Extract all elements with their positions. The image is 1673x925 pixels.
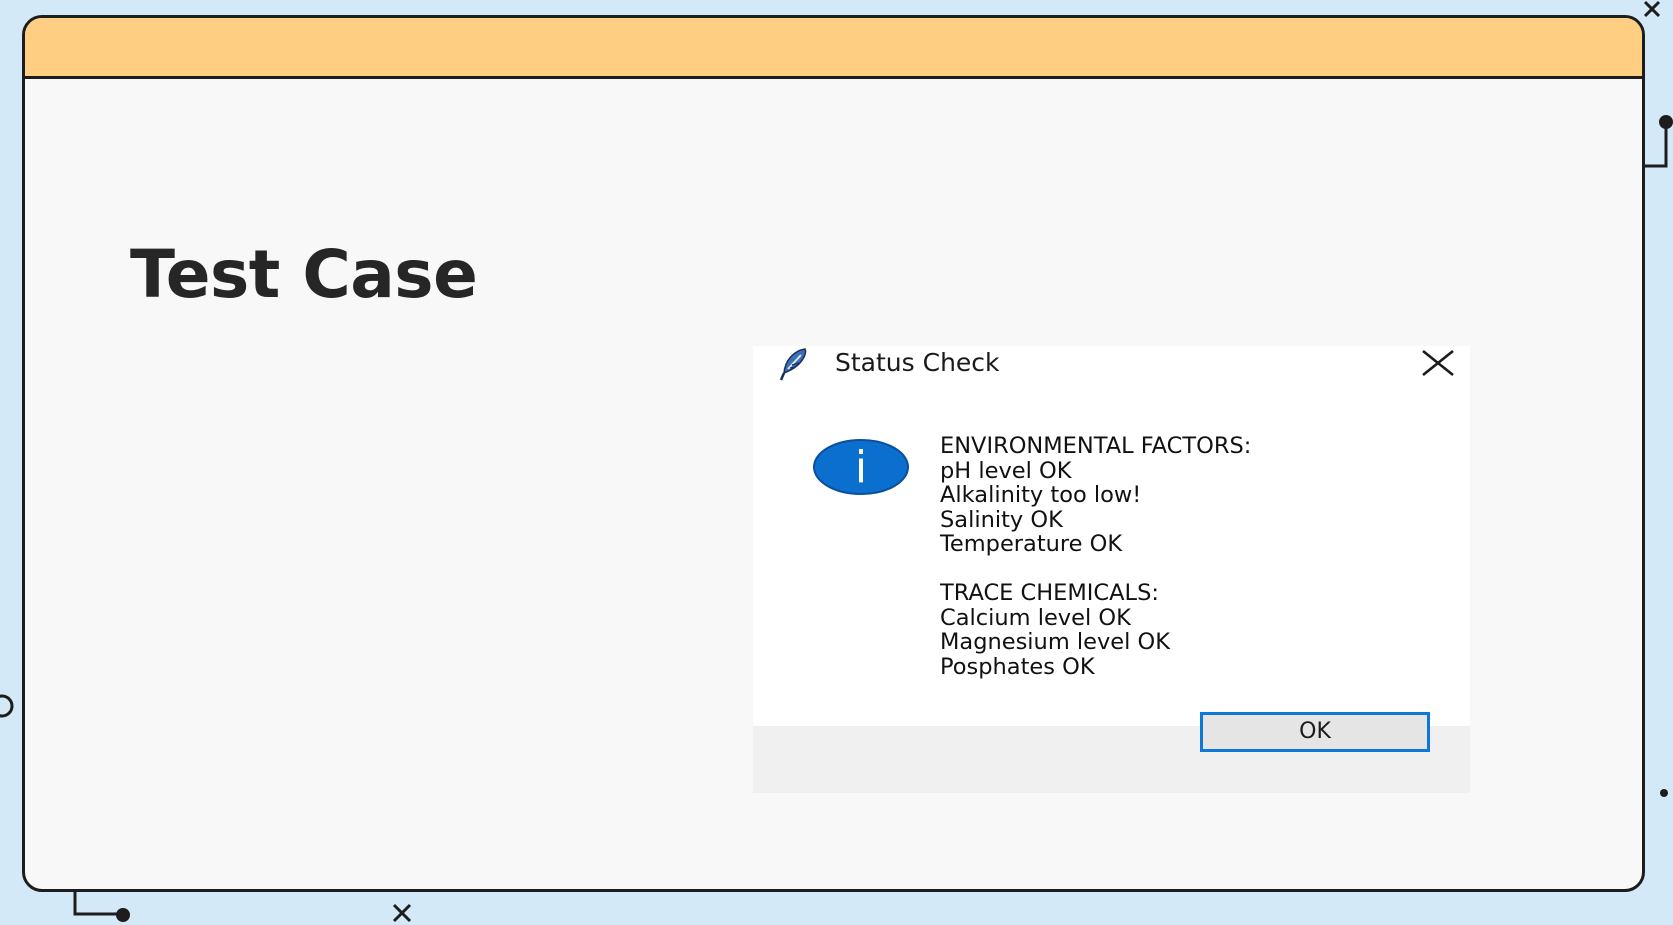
message-line: pH level OK <box>940 457 1072 484</box>
ok-button[interactable]: OK <box>1200 712 1430 752</box>
message-gap <box>940 557 1251 581</box>
info-icon: i <box>813 439 909 495</box>
status-dialog: Status Check i ENVIRONMENTAL FACTORS: pH… <box>753 346 1470 793</box>
info-glyph: i <box>855 442 867 493</box>
slide-titlebar <box>25 18 1642 79</box>
message-line: Posphates OK <box>940 653 1095 680</box>
close-button[interactable] <box>1418 346 1458 382</box>
message-line: TRACE CHEMICALS: <box>940 579 1159 606</box>
message-line: Alkalinity too low! <box>940 482 1142 509</box>
bottom-connector-decoration <box>73 890 130 922</box>
message-line: Salinity OK <box>940 506 1063 533</box>
right-dot-decoration <box>1660 789 1668 797</box>
message-line: ENVIRONMENTAL FACTORS: <box>940 433 1252 459</box>
feather-icon <box>779 348 807 381</box>
dialog-title: Status Check <box>835 348 1000 377</box>
message-line: Calcium level OK <box>940 604 1131 631</box>
dialog-titlebar[interactable]: Status Check <box>753 346 1470 382</box>
bottom-x-decoration <box>392 903 412 923</box>
close-icon <box>1422 349 1454 377</box>
slide-heading: Test Case <box>130 236 478 313</box>
message-line: Temperature OK <box>940 531 1123 558</box>
message-line: Magnesium level OK <box>940 629 1171 656</box>
dialog-message: ENVIRONMENTAL FACTORS: pH level OK Alkal… <box>940 434 1251 679</box>
corner-x-decoration <box>1643 0 1661 18</box>
left-circle-decoration <box>0 694 14 718</box>
